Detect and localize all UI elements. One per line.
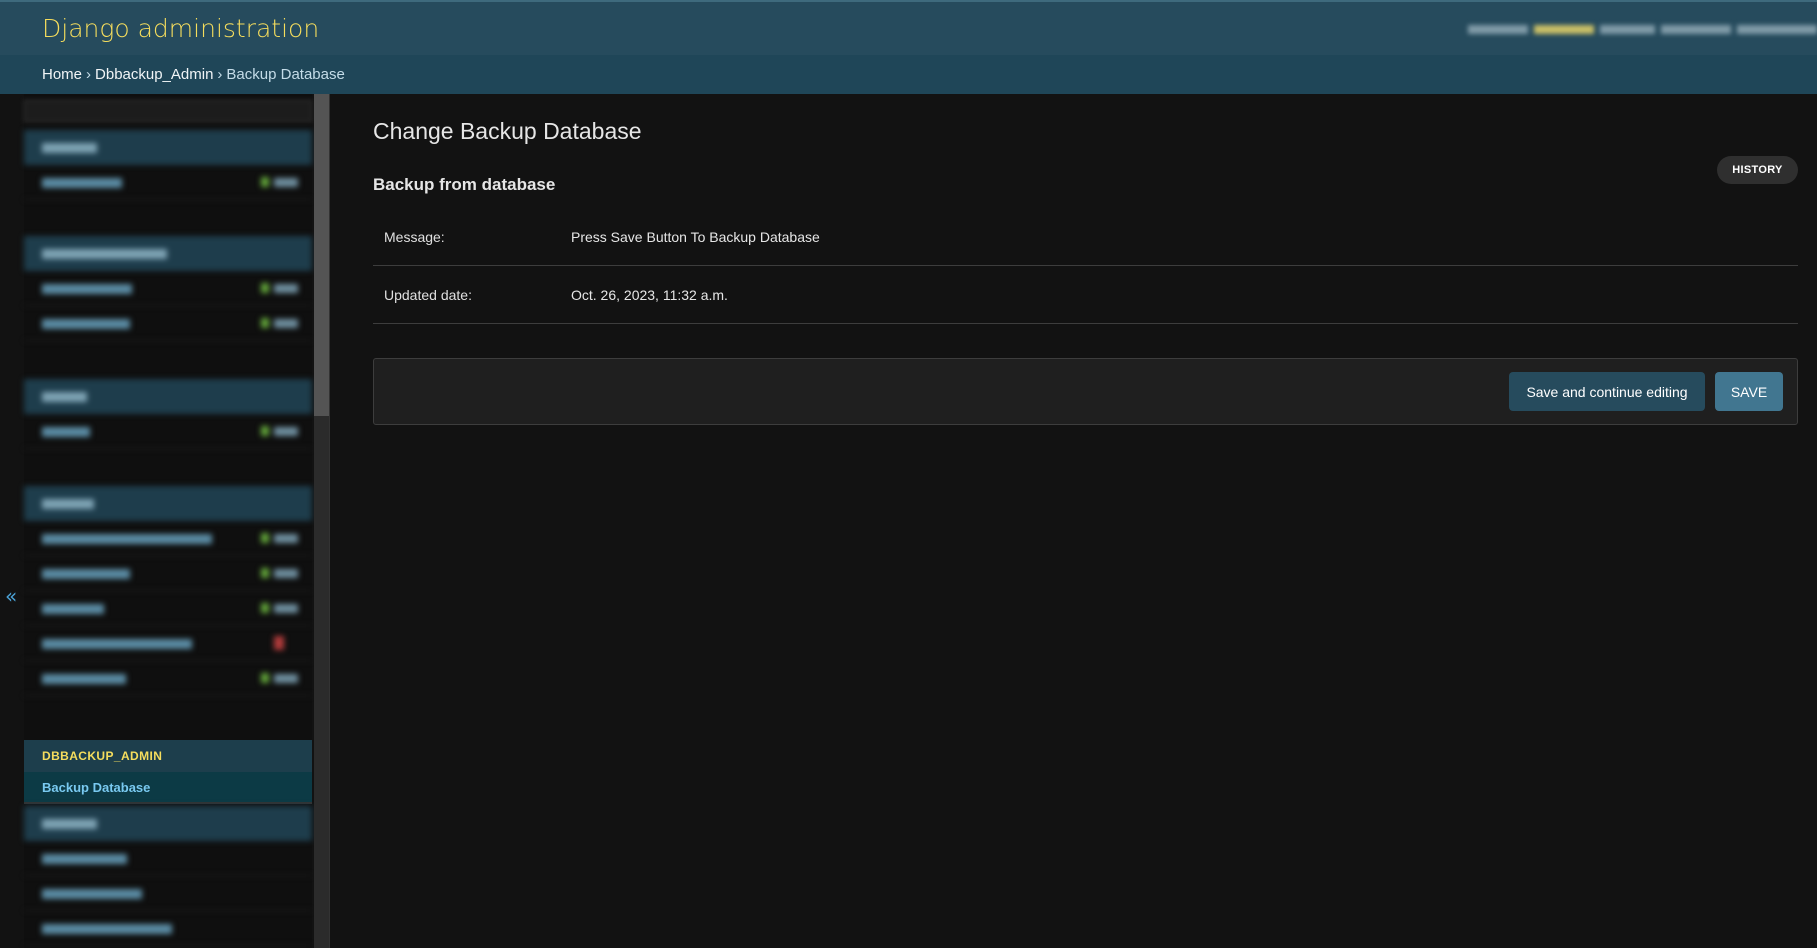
sidebar-item[interactable] [24,271,312,306]
site-title[interactable]: Django administration [42,14,319,43]
sidebar-module-caption-label[interactable]: DBBACKUP_ADMIN [42,749,162,763]
breadcrumb-separator: › [217,66,223,83]
toggle-nav-sidebar[interactable]: « [0,94,24,948]
user-tools-username [1534,24,1594,34]
sidebar-module-caption[interactable] [24,486,312,521]
submit-row: Save and continue editing SAVE [373,358,1798,425]
sidebar-item[interactable] [24,841,312,876]
sidebar-module-caption[interactable] [24,806,312,841]
field-label: Message: [384,229,445,245]
save-button[interactable]: SAVE [1715,372,1783,411]
form-row-updated-date: Updated date: Oct. 26, 2023, 11:32 a.m. [373,266,1798,324]
user-tools[interactable] [1437,21,1817,37]
sidebar-scrollbar-thumb[interactable] [314,94,329,416]
nav-filter-input[interactable] [24,100,312,122]
page-title: Change Backup Database [373,118,642,144]
sidebar-item[interactable] [24,306,312,341]
sidebar-item-backup-database[interactable]: Backup Database [24,772,312,804]
double-chevron-left-icon[interactable]: « [5,584,17,608]
sidebar-module-caption-dbbackup[interactable]: DBBACKUP_ADMIN [24,740,312,772]
breadcrumb-app-link[interactable]: Dbbackup_Admin [95,66,213,83]
user-tools-link[interactable] [1737,24,1817,34]
sidebar-item[interactable] [24,911,312,946]
sidebar-item[interactable] [24,626,312,661]
history-button[interactable]: HISTORY [1717,156,1798,184]
sidebar-module-caption[interactable] [24,379,312,414]
nav-sidebar: DBBACKUP_ADMIN Backup Database [24,94,330,948]
save-and-continue-button[interactable]: Save and continue editing [1509,372,1705,411]
main-content: Change Backup Database HISTORY Backup fr… [373,94,1798,948]
sidebar-item[interactable] [24,591,312,626]
fieldset-title: Backup from database [373,175,556,194]
breadcrumb: Home › Dbbackup_Admin › Backup Database [0,55,1817,94]
header: Django administration [0,0,1817,55]
field-label: Updated date: [384,287,472,303]
field-value-readonly: Oct. 26, 2023, 11:32 a.m. [571,287,728,303]
sidebar-module-caption[interactable] [24,236,312,271]
sidebar-item[interactable] [24,876,312,911]
user-tools-link[interactable] [1600,24,1655,34]
sidebar-item[interactable] [24,521,312,556]
user-tools-welcome [1468,24,1528,34]
sidebar-item[interactable] [24,661,312,696]
sidebar-item-label[interactable]: Backup Database [42,780,150,795]
breadcrumb-current: Backup Database [226,66,345,83]
sidebar-item[interactable] [24,414,312,449]
form-row-message: Message: Press Save Button To Backup Dat… [373,208,1798,266]
sidebar-module-caption[interactable] [24,130,312,165]
breadcrumb-separator: › [86,66,92,83]
sidebar-item[interactable] [24,165,312,200]
breadcrumb-home-link[interactable]: Home [42,66,82,83]
sidebar-module-list: DBBACKUP_ADMIN Backup Database [24,94,312,948]
user-tools-link[interactable] [1661,24,1731,34]
field-value-readonly: Press Save Button To Backup Database [571,229,820,245]
sidebar-scrollbar[interactable] [314,94,329,948]
sidebar-item[interactable] [24,556,312,591]
